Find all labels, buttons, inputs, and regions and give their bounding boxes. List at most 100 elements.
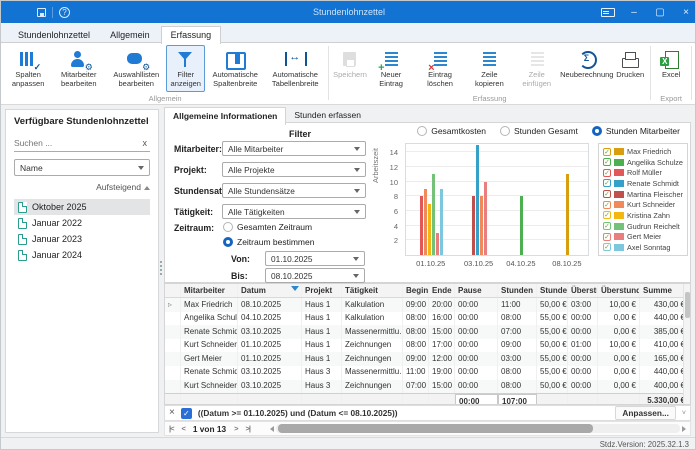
table-cell[interactable]: 00:00 [568,380,598,394]
row-selector[interactable] [165,380,181,394]
maximize-icon[interactable]: ▢ [653,7,667,18]
checkbox-icon[interactable]: ✓ [603,201,611,209]
table-cell[interactable]: Angelika Schulze [181,312,238,326]
neuberechnung-button[interactable]: Neuberechnung [560,45,613,92]
list-item-oktober-2025[interactable]: Oktober 2025 [14,199,150,215]
automatische-spaltenbreite-button[interactable]: Automatische Spaltenbreite [205,45,265,92]
list-item-januar-2024[interactable]: Januar 2024 [14,247,150,263]
table-cell[interactable]: 07:00 [498,325,537,339]
row-selector[interactable] [165,366,181,380]
table-cell[interactable]: Haus 1 [302,339,342,353]
table-cell[interactable]: 08:00 [403,339,429,353]
row-selector[interactable] [165,325,181,339]
table-cell[interactable]: Zeichnungen [342,380,403,394]
drucken-button[interactable]: Drucken [613,45,647,92]
scroll-right-icon[interactable] [682,426,686,432]
table-cell[interactable]: 08:00 [498,380,537,394]
table-cell[interactable]: Kurt Schneider [181,380,238,394]
legend-item-max-friedrich[interactable]: ✓Max Friedrich [603,147,683,156]
spalten-anpassen-button[interactable]: Spalten anpassen [5,45,51,92]
checkbox-icon[interactable]: ✓ [603,211,611,219]
view-radio-stunden-gesamt[interactable]: Stunden Gesamt [500,126,578,136]
checkbox-icon[interactable]: ✓ [603,179,611,187]
table-row[interactable]: ▹Max Friedrich08.10.2025Haus 1Kalkulatio… [165,298,690,312]
automatische-tabellenbreite-button[interactable]: Automatische Tabellenbreite [265,45,325,92]
table-row[interactable]: Kurt Schneider03.10.2025Haus 3Zeichnunge… [165,380,690,394]
legend-item-gert-meier[interactable]: ✓Gert Meier [603,232,683,241]
column-header-summe[interactable]: Summe [640,284,689,297]
row-selector[interactable] [165,312,181,326]
table-cell[interactable]: 16:00 [429,312,455,326]
list-item-januar-2022[interactable]: Januar 2022 [14,215,150,231]
table-cell[interactable]: 440,00 € [640,312,689,326]
table-cell[interactable]: 11:00 [403,366,429,380]
view-radio-gesamtkosten[interactable]: Gesamtkosten [417,126,486,136]
list-item-januar-2023[interactable]: Januar 2023 [14,231,150,247]
last-page-button[interactable]: >| [245,424,249,433]
table-cell[interactable]: Gert Meier [181,352,238,366]
column-header-stunden[interactable]: Stunden [498,284,537,297]
table-horizontal-scrollbar[interactable] [270,424,686,433]
checkbox-icon[interactable]: ✓ [603,169,611,177]
table-cell[interactable]: 01.10.2025 [238,352,302,366]
scrollbar-thumb[interactable] [278,424,593,433]
table-cell[interactable]: 11:00 [498,298,537,312]
filter-anzeigen-button[interactable]: Filter anzeigen [166,45,205,92]
table-cell[interactable]: 55,00 € [537,325,568,339]
table-cell[interactable]: 00:00 [568,325,598,339]
table-cell[interactable]: Renate Schmidt [181,325,238,339]
ribbon-tab-erfassung[interactable]: Erfassung [161,26,222,44]
ribbon-options-icon[interactable] [601,8,615,17]
table-cell[interactable]: Kalkulation [342,298,403,312]
table-cell[interactable]: 50,00 € [537,380,568,394]
row-selector[interactable] [165,339,181,353]
table-cell[interactable]: Haus 3 [302,366,342,380]
table-vertical-scrollbar[interactable] [683,284,690,405]
search-clear-button[interactable]: x [140,138,151,148]
table-cell[interactable]: 0,00 € [598,380,640,394]
legend-item-axel-sonntag[interactable]: ✓Axel Sonntag [603,243,683,252]
excel-button[interactable]: Excel [654,45,688,92]
table-cell[interactable]: 03.10.2025 [238,380,302,394]
table-cell[interactable]: 400,00 € [640,380,689,394]
table-cell[interactable]: 01:00 [568,339,598,353]
table-cell[interactable]: 09:00 [403,298,429,312]
table-cell[interactable]: 0,00 € [598,312,640,326]
legend-item-gudrun-reichelt[interactable]: ✓Gudrun Reichelt [603,222,683,231]
table-cell[interactable]: 03.10.2025 [238,366,302,380]
table-cell[interactable]: 00:00 [455,366,498,380]
table-cell[interactable]: 20:00 [429,298,455,312]
table-cell[interactable]: Kalkulation [342,312,403,326]
table-cell[interactable]: 10,00 € [598,339,640,353]
scrollbar-thumb[interactable] [685,292,690,318]
column-header-pause[interactable]: Pause [455,284,498,297]
tab-stunden-erfassen[interactable]: Stunden erfassen [286,107,369,125]
table-cell[interactable]: 04.10.2025 [238,312,302,326]
table-cell[interactable]: 00:00 [455,325,498,339]
table-cell[interactable]: Kurt Schneider [181,339,238,353]
table-cell[interactable]: Zeichnungen [342,352,403,366]
filter-active-icon[interactable] [291,286,299,291]
table-cell[interactable]: Haus 1 [302,325,342,339]
neuer-eintrag-button[interactable]: Neuer Eintrag [368,45,415,92]
panel-splitter-handle[interactable] [160,261,162,275]
table-cell[interactable]: 50,00 € [537,339,568,353]
table-cell[interactable]: 10,00 € [598,298,640,312]
table-cell[interactable]: 08:00 [403,325,429,339]
table-cell[interactable]: Haus 1 [302,312,342,326]
table-cell[interactable]: 50,00 € [537,298,568,312]
table-cell[interactable]: 00:00 [568,312,598,326]
table-cell[interactable]: 08:00 [498,366,537,380]
radio-zeitraum-bestimmen[interactable]: Zeitraum bestimmen [223,237,314,247]
table-row[interactable]: Renate Schmidt03.10.2025Haus 3Massenermi… [165,366,690,380]
prev-page-button[interactable]: < [181,424,184,433]
column-header-stunden[interactable]: Stunden [537,284,568,297]
table-cell[interactable]: 00:00 [455,298,498,312]
table-cell[interactable]: 0,00 € [598,366,640,380]
table-row[interactable]: Gert Meier01.10.2025Haus 1Zeichnungen09:… [165,352,690,366]
table-cell[interactable]: 0,00 € [598,325,640,339]
table-cell[interactable]: 00:00 [455,339,498,353]
column-header-beginn[interactable]: Beginn [403,284,429,297]
auswahllisten-bearbeiten-button[interactable]: ⚙Auswahllisten bearbeiten [106,45,166,92]
filter-remove-button[interactable]: × [169,408,175,418]
